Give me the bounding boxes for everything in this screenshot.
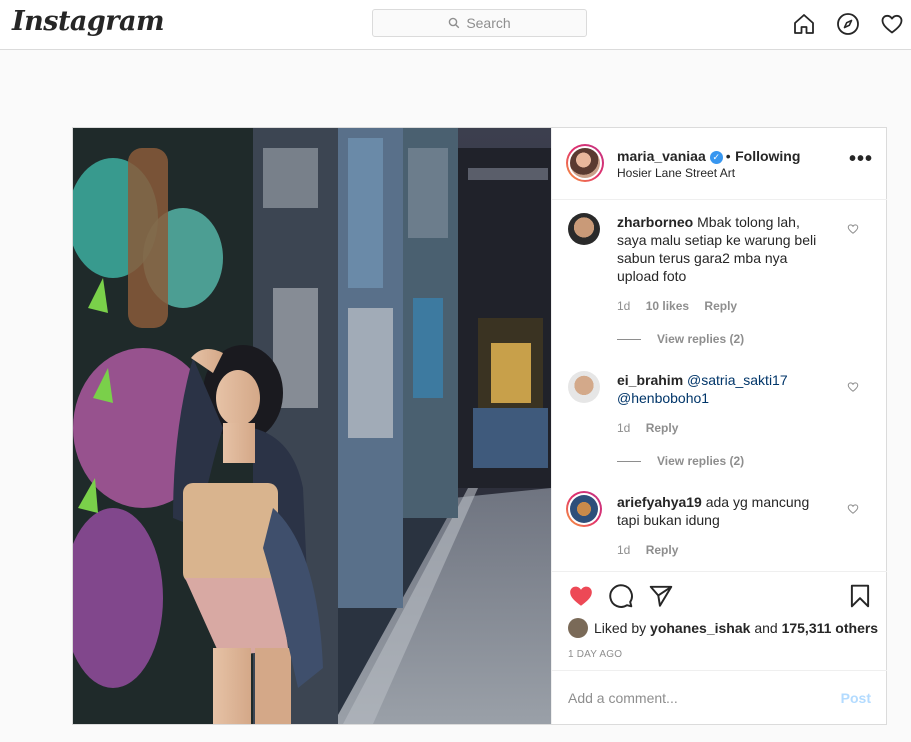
search-input[interactable]: Search xyxy=(372,9,587,37)
comment-item: ei_brahim @satria_sakti17 @henboboho1 1d… xyxy=(568,371,873,451)
post-actions: Liked by yohanes_ishak and 175,311 other… xyxy=(552,571,887,682)
search-icon xyxy=(449,17,460,29)
author-avatar[interactable] xyxy=(566,144,604,182)
post-photo-art xyxy=(73,128,551,724)
like-heart-icon[interactable] xyxy=(568,583,594,609)
comment-meta: 1d 10 likes Reply xyxy=(617,299,749,313)
comment-meta: 1d Reply xyxy=(617,421,690,435)
comments-list[interactable]: zharborneo Mbak tolong lah, saya malu se… xyxy=(552,201,887,571)
top-navigation-bar: Instagram Search xyxy=(0,0,911,50)
comment-item: zharborneo Mbak tolong lah, saya malu se… xyxy=(568,213,873,333)
comment-username[interactable]: ei_brahim xyxy=(617,372,683,388)
comment-username[interactable]: ariefyahya19 xyxy=(617,494,702,510)
instagram-logo[interactable]: Instagram xyxy=(12,6,165,37)
comment-reply-button[interactable]: Reply xyxy=(704,299,737,313)
liked-by-user[interactable]: yohanes_ishak xyxy=(650,620,750,636)
comment-bubble-icon[interactable] xyxy=(608,583,634,609)
post-location[interactable]: Hosier Lane Street Art xyxy=(617,166,735,180)
save-bookmark-icon[interactable] xyxy=(847,583,873,609)
post-comment-button[interactable]: Post xyxy=(841,690,871,706)
add-comment-bar: Add a comment... Post xyxy=(552,670,887,724)
comment-reply-button[interactable]: Reply xyxy=(646,543,679,557)
view-replies-button[interactable]: View replies (2) xyxy=(617,332,744,346)
view-replies-label: View replies (2) xyxy=(657,454,745,468)
home-icon[interactable] xyxy=(792,12,816,36)
comment-age: 1d xyxy=(617,421,631,435)
post-photo[interactable] xyxy=(73,128,551,724)
search-placeholder: Search xyxy=(466,15,511,31)
post-card: maria_vaniaa ✓ • Following Hosier Lane Str… xyxy=(72,127,887,725)
replies-divider-line xyxy=(617,461,641,463)
comment-reply-button[interactable]: Reply xyxy=(646,421,679,435)
activity-heart-icon[interactable] xyxy=(880,12,904,36)
comment-body: zharborneo Mbak tolong lah, saya malu se… xyxy=(617,213,832,285)
liker-avatar[interactable] xyxy=(568,618,588,638)
following-button[interactable]: Following xyxy=(735,148,800,164)
post-timestamp[interactable]: 1 DAY AGO xyxy=(568,649,622,660)
verified-badge-icon: ✓ xyxy=(709,151,723,164)
more-options-icon[interactable]: ••• xyxy=(849,149,873,169)
view-replies-button[interactable]: View replies (2) xyxy=(617,454,744,468)
replies-divider-line xyxy=(617,339,641,341)
comment-likes-count[interactable]: 10 likes xyxy=(646,299,689,313)
liked-by-summary[interactable]: Liked by yohanes_ishak and 175,311 other… xyxy=(568,618,878,638)
share-send-icon[interactable] xyxy=(648,583,674,609)
post-header: maria_vaniaa ✓ • Following Hosier Lane Str… xyxy=(552,128,887,200)
comment-like-heart-icon[interactable] xyxy=(847,503,859,515)
comment-mention[interactable]: @satria_sakti17 xyxy=(687,372,788,388)
separator-dot: • xyxy=(725,148,731,164)
explore-compass-icon[interactable] xyxy=(836,12,860,36)
comment-like-heart-icon[interactable] xyxy=(847,223,859,235)
view-replies-label: View replies (2) xyxy=(657,332,745,346)
liked-by-others[interactable]: 175,311 others xyxy=(782,620,879,636)
comment-body: ariefyahya19 ada yg mancung tapi bukan i… xyxy=(617,493,832,529)
liked-by-prefix: Liked by xyxy=(594,620,647,636)
author-username[interactable]: maria_vaniaa xyxy=(617,148,706,164)
comment-mention[interactable]: @henboboho1 xyxy=(617,390,709,406)
commenter-avatar[interactable] xyxy=(568,213,600,245)
comment-age: 1d xyxy=(617,543,631,557)
comment-body: ei_brahim @satria_sakti17 @henboboho1 xyxy=(617,371,832,407)
add-comment-input[interactable]: Add a comment... xyxy=(568,690,678,706)
commenter-avatar[interactable] xyxy=(566,491,602,527)
comment-meta: 1d Reply xyxy=(617,543,690,557)
comment-item: ariefyahya19 ada yg mancung tapi bukan i… xyxy=(566,491,873,571)
commenter-avatar[interactable] xyxy=(568,371,600,403)
liked-by-and: and xyxy=(754,620,778,636)
author-line: maria_vaniaa ✓ • Following xyxy=(617,148,800,166)
comment-age: 1d xyxy=(617,299,631,313)
post-side-panel: maria_vaniaa ✓ • Following Hosier Lane Str… xyxy=(551,128,887,724)
comment-like-heart-icon[interactable] xyxy=(847,381,859,393)
comment-username[interactable]: zharborneo xyxy=(617,214,693,230)
